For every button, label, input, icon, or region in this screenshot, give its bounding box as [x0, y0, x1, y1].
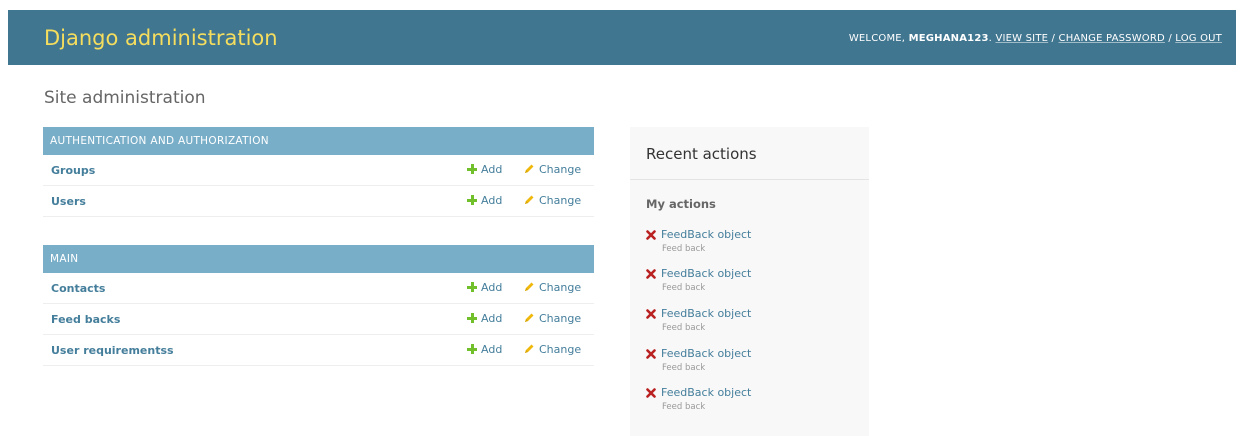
action-content-type: Feed back: [662, 244, 706, 254]
action-object-link[interactable]: FeedBack object: [661, 267, 751, 280]
model-link-groups[interactable]: Groups: [51, 164, 95, 177]
delete-icon: [646, 388, 656, 398]
plus-icon: [467, 164, 477, 174]
add-label: Add: [481, 194, 503, 207]
recent-actions-panel: Recent actions My actions FeedBack objec…: [630, 127, 869, 436]
recent-action-item: FeedBack object Feed back: [646, 307, 856, 339]
add-label: Add: [481, 163, 503, 176]
separator: /: [1051, 33, 1056, 44]
action-content-type: Feed back: [662, 283, 706, 293]
add-groups-link[interactable]: Add: [467, 163, 502, 176]
action-content-type: Feed back: [662, 323, 706, 333]
separator: /: [1168, 33, 1172, 44]
add-label: Add: [481, 343, 503, 356]
user-tools: WELCOME, MEGHANA123. VIEW SITE / CHANGE …: [848, 33, 1222, 44]
pencil-icon: [525, 313, 534, 322]
action-object-link[interactable]: FeedBack object: [661, 228, 751, 241]
change-users-link[interactable]: Change: [523, 194, 581, 207]
view-site-link[interactable]: VIEW SITE: [995, 33, 1048, 44]
model-link-user-requirementss[interactable]: User requirementss: [51, 344, 174, 357]
model-row-feed-backs: Feed backs Add Change: [43, 304, 594, 335]
delete-icon: [646, 349, 656, 359]
recent-actions-title: Recent actions: [646, 145, 757, 163]
site-branding[interactable]: Django administration: [44, 25, 278, 51]
change-contacts-link[interactable]: Change: [523, 281, 581, 294]
module-caption[interactable]: MAIN: [43, 245, 594, 273]
module-main: MAIN Contacts Add Change Feed backs Add …: [43, 245, 594, 366]
pencil-icon: [525, 164, 534, 173]
change-password-link[interactable]: CHANGE PASSWORD: [1059, 33, 1165, 44]
action-object-link[interactable]: FeedBack object: [661, 386, 751, 399]
model-row-user-requirementss: User requirementss Add Change: [43, 335, 594, 366]
divider: [630, 179, 869, 180]
header: Django administration WELCOME, MEGHANA12…: [8, 10, 1236, 65]
change-groups-link[interactable]: Change: [523, 163, 581, 176]
pencil-icon: [525, 344, 534, 353]
pencil-icon: [525, 195, 534, 204]
plus-icon: [467, 313, 477, 323]
module-authentication: AUTHENTICATION AND AUTHORIZATION Groups …: [43, 127, 594, 217]
model-link-contacts[interactable]: Contacts: [51, 282, 105, 295]
action-content-type: Feed back: [662, 402, 706, 412]
plus-icon: [467, 282, 477, 292]
username: MEGHANA123: [908, 33, 989, 44]
pencil-icon: [525, 282, 534, 291]
delete-icon: [646, 269, 656, 279]
change-label: Change: [539, 281, 582, 294]
model-link-feed-backs[interactable]: Feed backs: [51, 313, 120, 326]
delete-icon: [646, 309, 656, 319]
change-label: Change: [539, 194, 582, 207]
model-link-users[interactable]: Users: [51, 195, 86, 208]
add-users-link[interactable]: Add: [467, 194, 502, 207]
module-caption[interactable]: AUTHENTICATION AND AUTHORIZATION: [43, 127, 594, 155]
add-feed-backs-link[interactable]: Add: [467, 312, 502, 325]
welcome-text: WELCOME,: [848, 33, 906, 44]
my-actions-title: My actions: [646, 197, 716, 211]
change-feed-backs-link[interactable]: Change: [523, 312, 581, 325]
add-user-requirementss-link[interactable]: Add: [467, 343, 502, 356]
add-label: Add: [481, 312, 503, 325]
page-title: Site administration: [44, 88, 206, 108]
change-user-requirementss-link[interactable]: Change: [523, 343, 581, 356]
action-object-link[interactable]: FeedBack object: [661, 347, 751, 360]
action-content-type: Feed back: [662, 363, 706, 373]
change-label: Change: [539, 163, 582, 176]
model-row-groups: Groups Add Change: [43, 155, 594, 186]
recent-action-item: FeedBack object Feed back: [646, 267, 856, 299]
add-contacts-link[interactable]: Add: [467, 281, 502, 294]
model-row-users: Users Add Change: [43, 186, 594, 217]
change-label: Change: [539, 343, 582, 356]
plus-icon: [467, 195, 477, 205]
plus-icon: [467, 344, 477, 354]
recent-action-item: FeedBack object Feed back: [646, 386, 856, 418]
recent-action-item: FeedBack object Feed back: [646, 228, 856, 260]
change-label: Change: [539, 312, 582, 325]
model-row-contacts: Contacts Add Change: [43, 273, 594, 304]
add-label: Add: [481, 281, 503, 294]
recent-action-item: FeedBack object Feed back: [646, 347, 856, 379]
log-out-link[interactable]: LOG OUT: [1175, 33, 1222, 44]
delete-icon: [646, 230, 656, 240]
action-object-link[interactable]: FeedBack object: [661, 307, 751, 320]
